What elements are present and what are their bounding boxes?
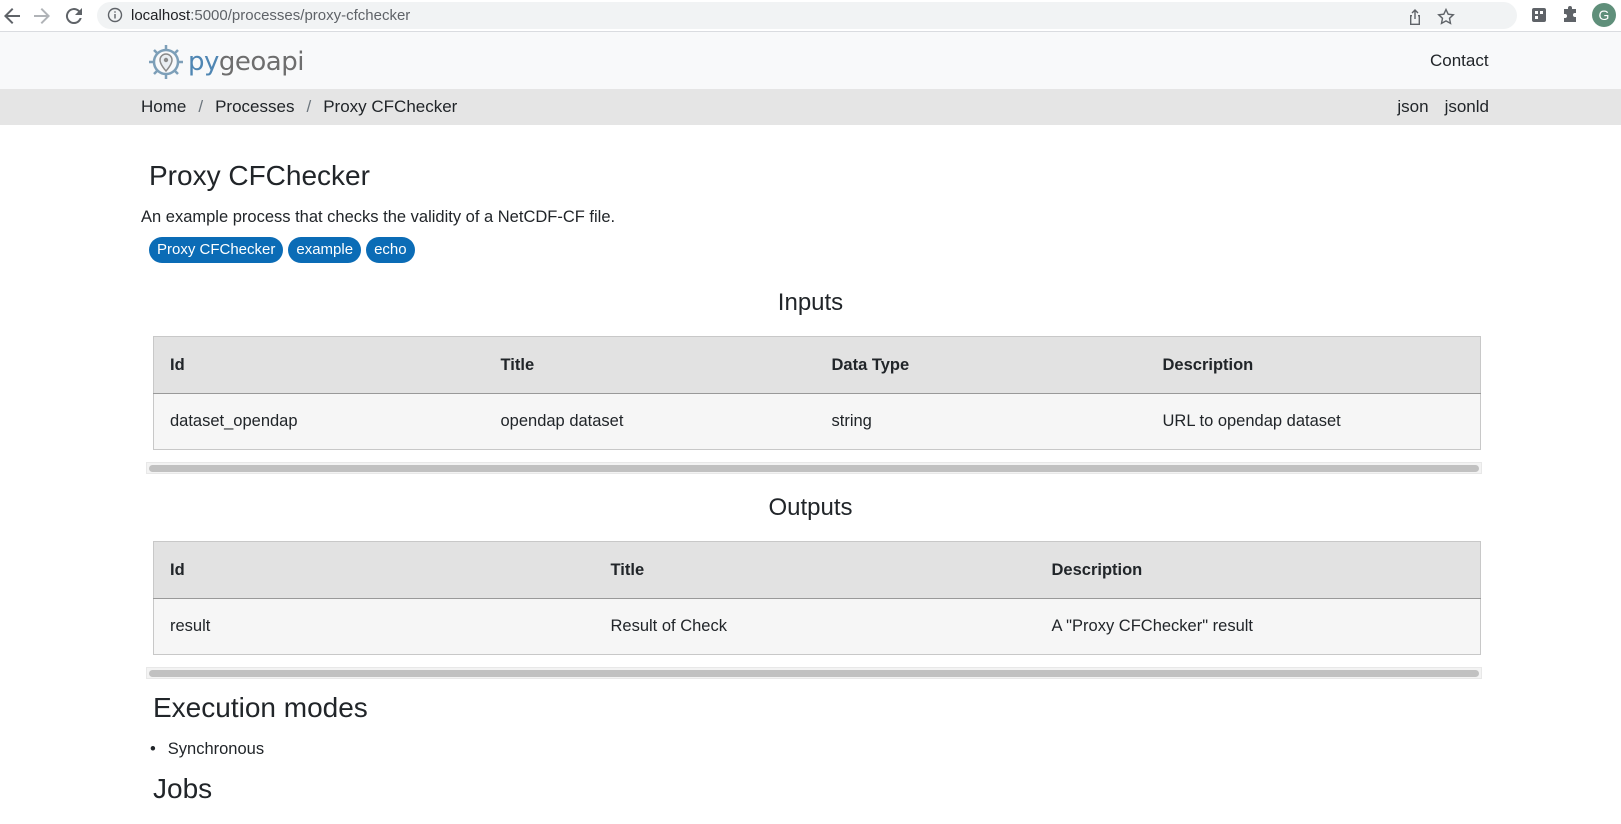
- column-header: Id: [153, 336, 485, 394]
- url-text: localhost:5000/processes/proxy-cfchecker: [131, 7, 410, 24]
- outputs-table-container: Id Title Description result Result of Ch…: [146, 541, 1482, 679]
- scrollbar-thumb[interactable]: [149, 670, 1479, 677]
- url-path: :5000/processes/proxy-cfchecker: [190, 7, 411, 24]
- table-cell: string: [815, 393, 1147, 450]
- list-item: Synchronous: [150, 740, 264, 759]
- share-icon[interactable]: [1405, 7, 1425, 27]
- column-header: Id: [153, 541, 595, 599]
- breadcrumb-home[interactable]: Home: [141, 97, 186, 117]
- inputs-table-container: Id Title Data Type Description dataset_o…: [146, 336, 1482, 474]
- breadcrumb-bar: Home / Processes / Proxy CFChecker json …: [0, 89, 1621, 125]
- table-cell: opendap dataset: [484, 393, 816, 450]
- jobs-heading: Jobs: [153, 773, 213, 804]
- table-row: dataset_opendap opendap dataset string U…: [153, 393, 1481, 450]
- keyword-badges: Proxy CFChecker example echo: [149, 237, 415, 263]
- process-description: An example process that checks the valid…: [141, 208, 616, 226]
- jsonld-link[interactable]: jsonld: [1445, 97, 1489, 117]
- logo-text-geoapi: geoapi: [218, 47, 305, 77]
- json-link[interactable]: json: [1397, 97, 1428, 117]
- table-cell: result: [153, 598, 595, 655]
- table-cell: dataset_opendap: [153, 393, 485, 450]
- back-icon[interactable]: [0, 4, 24, 28]
- profile-avatar[interactable]: G: [1592, 3, 1616, 27]
- pygeoapi-logo[interactable]: pygeoapi: [146, 42, 304, 82]
- execution-modes-heading: Execution modes: [153, 692, 368, 723]
- breadcrumb-separator: /: [306, 97, 312, 116]
- keyword-badge: Proxy CFChecker: [149, 237, 284, 263]
- inputs-table: Id Title Data Type Description dataset_o…: [153, 336, 1481, 450]
- breadcrumb-separator: /: [198, 97, 204, 116]
- logo-text: pygeoapi: [188, 47, 304, 77]
- contact-link[interactable]: Contact: [1430, 51, 1489, 71]
- browser-toolbar: localhost:5000/processes/proxy-cfchecker…: [0, 0, 1621, 32]
- column-header: Title: [484, 336, 816, 394]
- site-header: pygeoapi Contact: [0, 32, 1621, 89]
- scrollbar-thumb[interactable]: [149, 465, 1479, 472]
- table-header-row: Id Title Description: [153, 541, 1481, 599]
- address-bar[interactable]: localhost:5000/processes/proxy-cfchecker: [97, 2, 1517, 29]
- keyword-badge: echo: [366, 237, 415, 263]
- execution-modes-list: Synchronous: [150, 740, 264, 759]
- table-row: result Result of Check A "Proxy CFChecke…: [153, 598, 1481, 655]
- reload-icon[interactable]: [62, 4, 86, 28]
- breadcrumb: Home / Processes / Proxy CFChecker: [141, 97, 457, 117]
- gear-pin-icon: [149, 45, 183, 79]
- table-cell: Result of Check: [594, 598, 1036, 655]
- format-links: json jsonld: [1397, 97, 1489, 117]
- page-title: Proxy CFChecker: [149, 160, 370, 191]
- table-header-row: Id Title Data Type Description: [153, 336, 1481, 394]
- table-cell: A "Proxy CFChecker" result: [1035, 598, 1481, 655]
- breadcrumb-processes[interactable]: Processes: [215, 97, 294, 117]
- forward-icon[interactable]: [30, 4, 54, 28]
- column-header: Description: [1146, 336, 1481, 394]
- column-header: Data Type: [815, 336, 1147, 394]
- bookmark-star-icon[interactable]: [1436, 7, 1456, 27]
- outputs-heading: Outputs: [768, 494, 853, 521]
- horizontal-scrollbar[interactable]: [146, 667, 1482, 679]
- inputs-heading: Inputs: [777, 289, 844, 316]
- logo-text-py: py: [188, 47, 219, 77]
- url-host: localhost: [131, 7, 191, 24]
- extensions-puzzle-icon[interactable]: [1560, 5, 1580, 25]
- breadcrumb-current[interactable]: Proxy CFChecker: [323, 97, 457, 117]
- extension-grid-icon[interactable]: [1529, 5, 1549, 25]
- outputs-table: Id Title Description result Result of Ch…: [153, 541, 1481, 655]
- horizontal-scrollbar[interactable]: [146, 462, 1482, 474]
- keyword-badge: example: [288, 237, 362, 263]
- table-cell: URL to opendap dataset: [1146, 393, 1481, 450]
- site-info-icon[interactable]: [107, 7, 123, 23]
- column-header: Description: [1035, 541, 1481, 599]
- column-header: Title: [594, 541, 1036, 599]
